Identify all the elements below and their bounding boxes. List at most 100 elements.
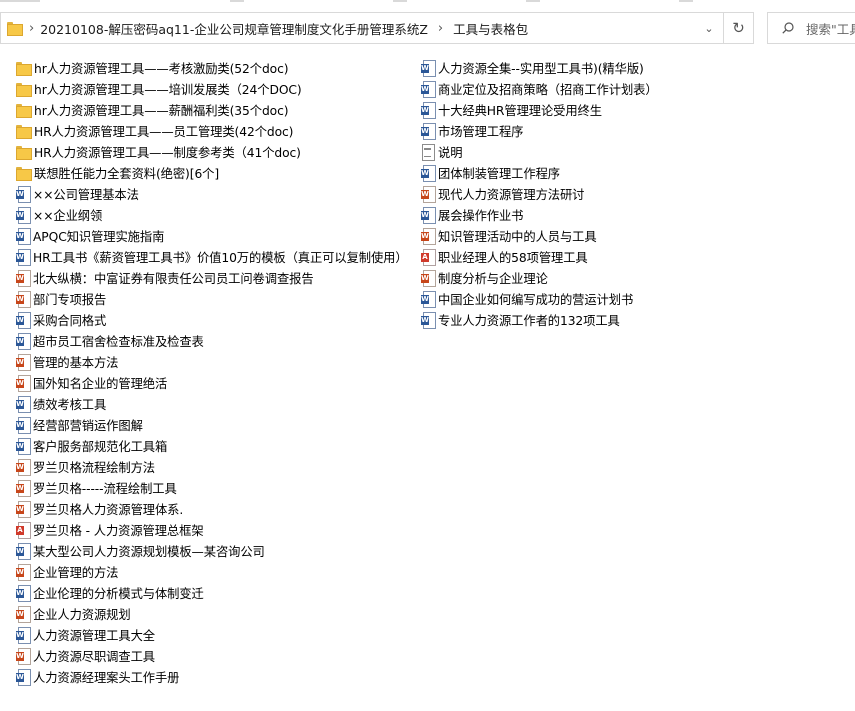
file-item[interactable]: ××企业纲领 — [16, 204, 408, 225]
word-document-icon — [421, 165, 436, 182]
file-name: 人力资源经理案头工作手册 — [33, 670, 180, 685]
file-name: 罗兰贝格流程绘制方法 — [33, 460, 155, 475]
file-name: 企业管理的方法 — [33, 565, 119, 580]
word-document-icon — [16, 627, 31, 644]
file-item[interactable]: 人力资源经理案头工作手册 — [16, 666, 408, 687]
breadcrumb-current-folder[interactable]: 工具与表格包 — [453, 19, 528, 38]
word-document-icon — [16, 312, 31, 329]
file-name: 企业伦理的分析模式与体制变迁 — [33, 586, 204, 601]
file-item[interactable]: 北大纵横：中富证券有限责任公司员工问卷调查报告 — [16, 267, 408, 288]
refresh-button[interactable]: ↻ — [724, 12, 754, 44]
word-document-icon — [421, 291, 436, 308]
file-item[interactable]: 超市员工宿舍检查标准及检查表 — [16, 330, 408, 351]
toolbar-fragment — [526, 0, 540, 2]
file-item[interactable]: 罗兰贝格-----流程绘制工具 — [16, 477, 408, 498]
address-bar[interactable]: › 20210108-解压密码aq11-企业公司规章管理制度文化手册管理系统Z … — [0, 12, 724, 44]
file-item[interactable]: ××公司管理基本法 — [16, 183, 408, 204]
file-item[interactable]: 人力资源管理工具大全 — [16, 624, 408, 645]
word-document-icon — [16, 564, 31, 581]
file-name: 管理的基本方法 — [33, 355, 119, 370]
file-item[interactable]: 企业伦理的分析模式与体制变迁 — [16, 582, 408, 603]
file-item[interactable]: 罗兰贝格人力资源管理体系. — [16, 498, 408, 519]
file-item[interactable]: APQC知识管理实施指南 — [16, 225, 408, 246]
word-document-icon — [16, 228, 31, 245]
file-item[interactable]: 团体制装管理工作程序 — [421, 162, 658, 183]
file-name: 展会操作作业书 — [438, 208, 524, 223]
folder-icon — [16, 61, 32, 76]
file-name: 市场管理工程序 — [438, 124, 524, 139]
folder-item[interactable]: 联想胜任能力全套资料(绝密)[6个] — [16, 162, 408, 183]
word-document-icon — [16, 354, 31, 371]
file-item[interactable]: 某大型公司人力资源规划模板—某咨询公司 — [16, 540, 408, 561]
file-item[interactable]: 职业经理人的58项管理工具 — [421, 246, 658, 267]
file-item[interactable]: 客户服务部规范化工具箱 — [16, 435, 408, 456]
file-item[interactable]: 人力资源尽职调查工具 — [16, 645, 408, 666]
chevron-down-icon[interactable]: ⌄ — [695, 13, 723, 43]
file-item[interactable]: 罗兰贝格 - 人力资源管理总框架 — [16, 519, 408, 540]
file-list-column-1: hr人力资源管理工具——考核激励类(52个doc) hr人力资源管理工具——培训发… — [16, 57, 408, 687]
file-item[interactable]: 现代人力资源管理方法研讨 — [421, 183, 658, 204]
word-document-icon — [16, 249, 31, 266]
word-document-icon — [421, 60, 436, 77]
folder-item[interactable]: hr人力资源管理工具——考核激励类(52个doc) — [16, 57, 408, 78]
file-item[interactable]: 企业管理的方法 — [16, 561, 408, 582]
file-item[interactable]: HR工具书《薪资管理工具书》价值10万的模板（真正可以复制使用） — [16, 246, 408, 267]
pdf-file-icon — [421, 249, 436, 266]
file-item[interactable]: 市场管理工程序 — [421, 120, 658, 141]
breadcrumb-parent-folder[interactable]: 20210108-解压密码aq11-企业公司规章管理制度文化手册管理系统Z — [40, 19, 428, 38]
file-item[interactable]: 绩效考核工具 — [16, 393, 408, 414]
file-name: hr人力资源管理工具——考核激励类(52个doc) — [34, 61, 289, 76]
word-document-icon — [421, 207, 436, 224]
pdf-file-icon — [16, 522, 31, 539]
toolbar-fragment — [0, 0, 40, 2]
file-item[interactable]: 企业人力资源规划 — [16, 603, 408, 624]
word-document-icon — [16, 459, 31, 476]
file-name: 专业人力资源工作者的132项工具 — [438, 313, 620, 328]
file-name: 某大型公司人力资源规划模板—某咨询公司 — [33, 544, 265, 559]
file-name: 商业定位及招商策略（招商工作计划表） — [438, 82, 658, 97]
file-item[interactable]: 管理的基本方法 — [16, 351, 408, 372]
file-item[interactable]: 中国企业如何编写成功的营运计划书 — [421, 288, 658, 309]
toolbar-fragment — [230, 0, 244, 2]
file-item[interactable]: 十大经典HR管理理论受用终生 — [421, 99, 658, 120]
file-item[interactable]: 部门专项报告 — [16, 288, 408, 309]
file-name: HR人力资源管理工具——员工管理类(42个doc) — [34, 124, 294, 139]
file-name: hr人力资源管理工具——薪酬福利类(35个doc) — [34, 103, 289, 118]
file-item[interactable]: 经营部营销运作图解 — [16, 414, 408, 435]
word-document-icon — [16, 438, 31, 455]
word-document-icon — [16, 270, 31, 287]
file-item[interactable]: 制度分析与企业理论 — [421, 267, 658, 288]
word-document-icon — [421, 81, 436, 98]
file-item[interactable]: 知识管理活动中的人员与工具 — [421, 225, 658, 246]
file-item[interactable]: 人力资源全集--实用型工具书)(精华版) — [421, 57, 658, 78]
folder-icon — [16, 82, 32, 97]
file-name: 现代人力资源管理方法研讨 — [438, 187, 585, 202]
word-document-icon — [16, 186, 31, 203]
file-name: 人力资源全集--实用型工具书)(精华版) — [438, 61, 644, 76]
file-item[interactable]: 国外知名企业的管理绝活 — [16, 372, 408, 393]
file-item[interactable]: 采购合同格式 — [16, 309, 408, 330]
word-document-icon — [16, 480, 31, 497]
folder-icon — [16, 166, 32, 181]
folder-item[interactable]: hr人力资源管理工具——薪酬福利类(35个doc) — [16, 99, 408, 120]
file-item[interactable]: 罗兰贝格流程绘制方法 — [16, 456, 408, 477]
file-item[interactable]: 展会操作作业书 — [421, 204, 658, 225]
folder-item[interactable]: HR人力资源管理工具——制度参考类（41个doc) — [16, 141, 408, 162]
file-name: 团体制装管理工作程序 — [438, 166, 560, 181]
folder-icon — [16, 124, 32, 139]
file-name: hr人力资源管理工具——培训发展类（24个DOC) — [34, 82, 302, 97]
folder-item[interactable]: HR人力资源管理工具——员工管理类(42个doc) — [16, 120, 408, 141]
file-name: 十大经典HR管理理论受用终生 — [438, 103, 602, 118]
word-document-icon — [16, 648, 31, 665]
breadcrumb-separator: › — [437, 20, 444, 36]
word-document-icon — [16, 669, 31, 686]
folder-icon — [7, 22, 23, 36]
file-item[interactable]: 商业定位及招商策略（招商工作计划表） — [421, 78, 658, 99]
word-document-icon — [16, 543, 31, 560]
file-item[interactable]: 专业人力资源工作者的132项工具 — [421, 309, 658, 330]
search-input[interactable]: 搜索"工具 — [767, 12, 855, 44]
breadcrumb-separator: › — [29, 20, 35, 36]
folder-item[interactable]: hr人力资源管理工具——培训发展类（24个DOC) — [16, 78, 408, 99]
file-item[interactable]: 说明 — [421, 141, 658, 162]
word-document-icon — [16, 606, 31, 623]
